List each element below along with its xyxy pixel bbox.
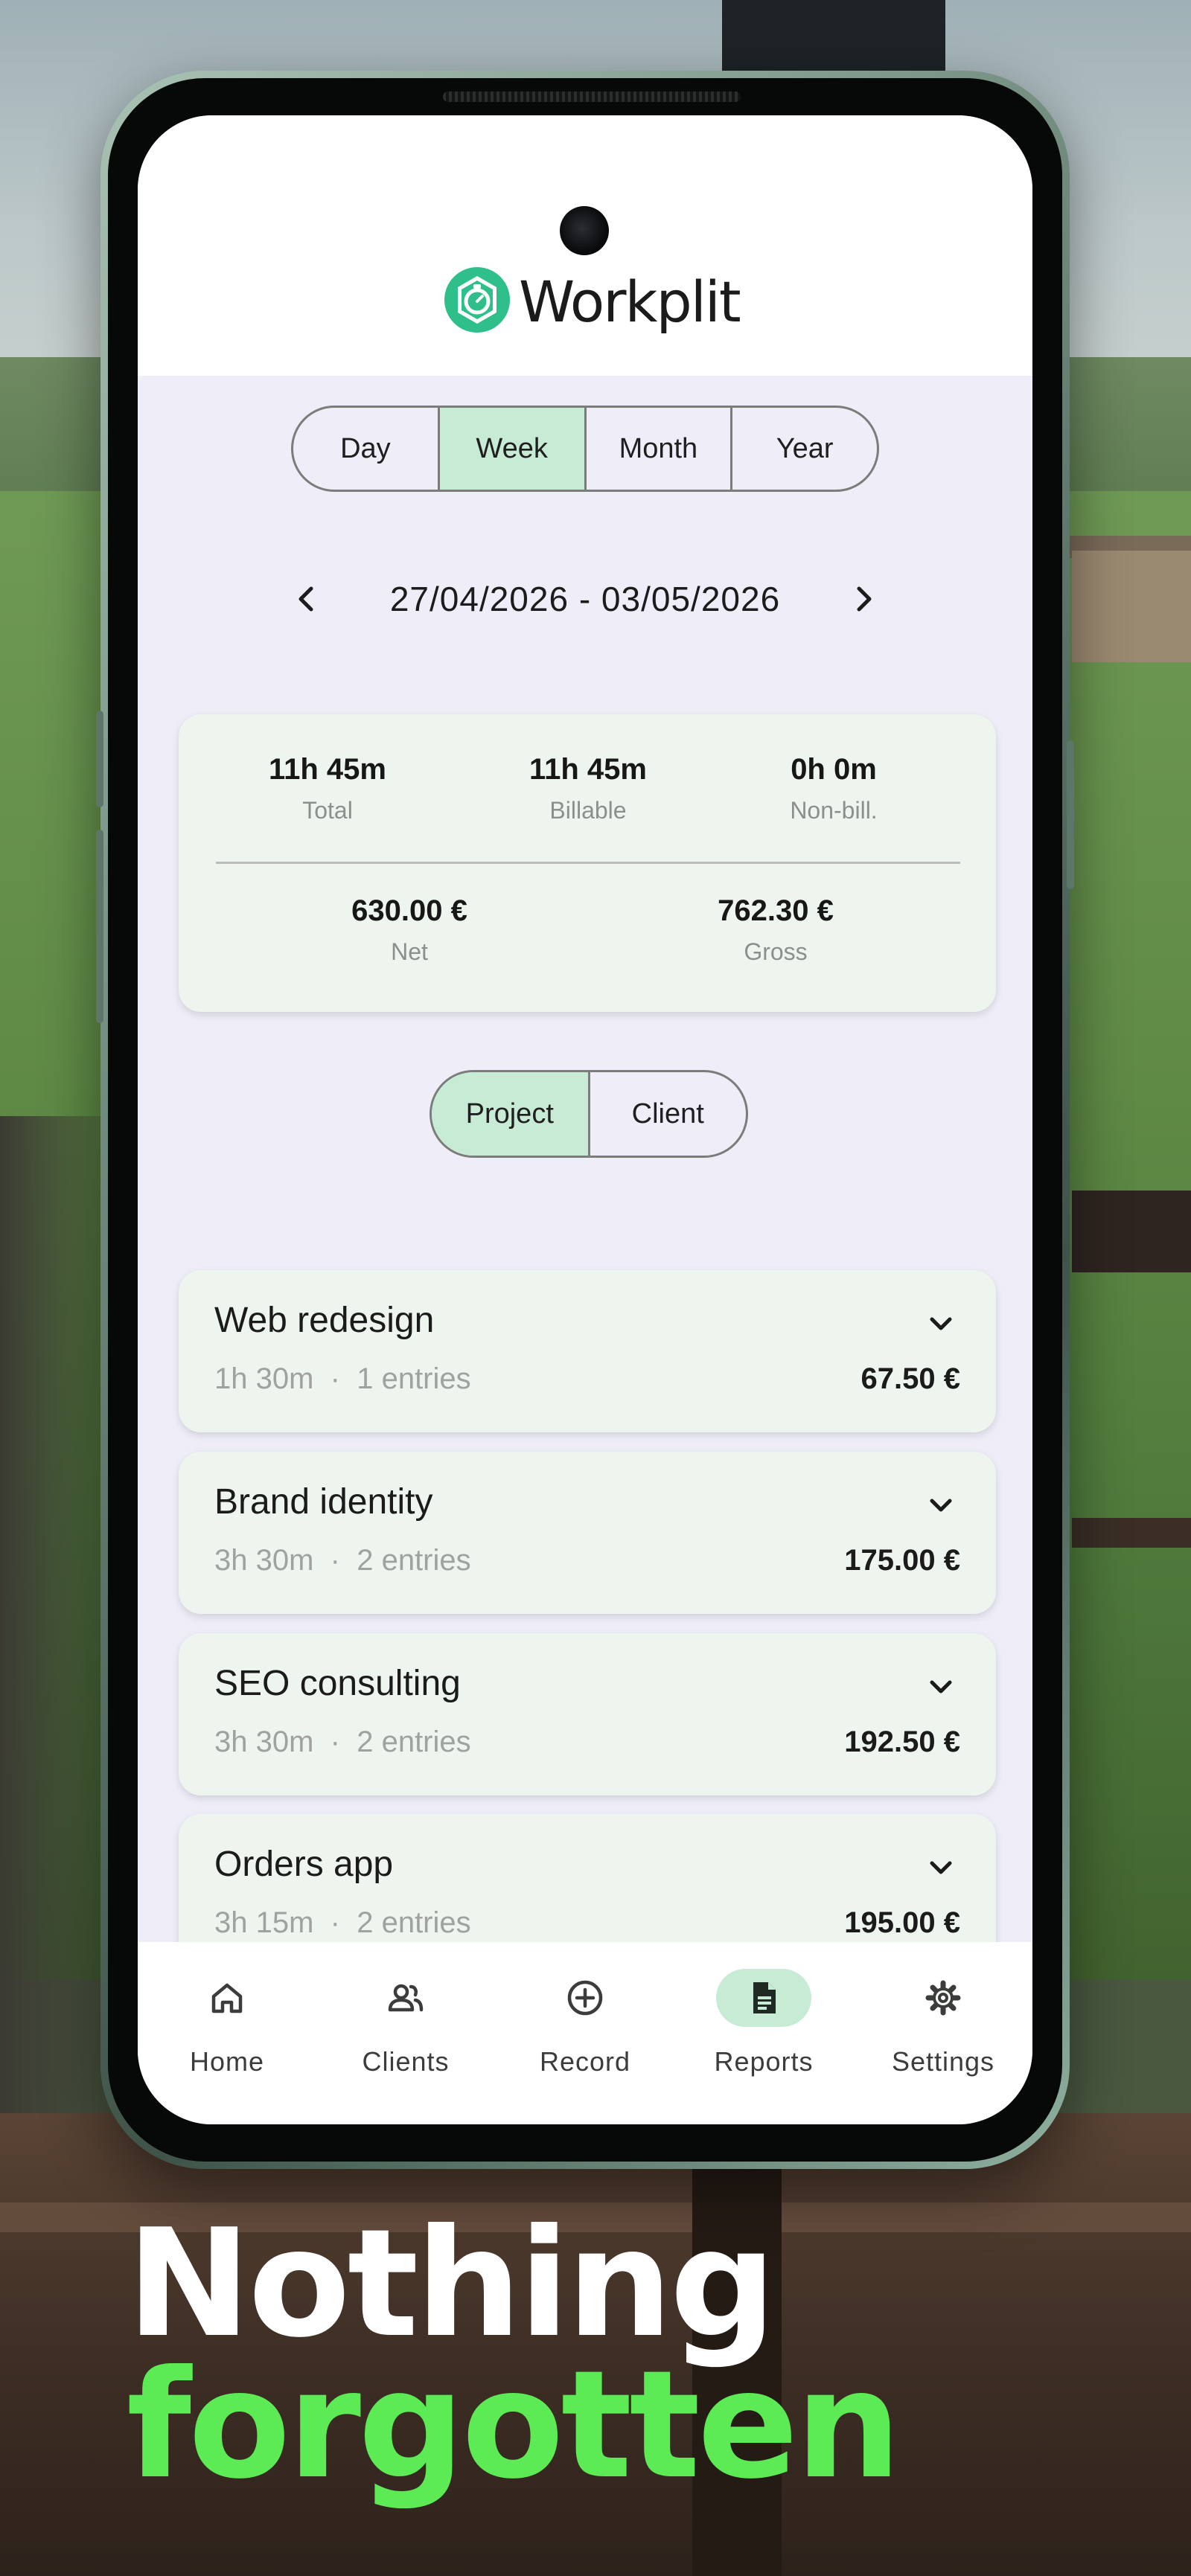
people-icon	[388, 1984, 424, 2012]
stat-billable: 11h 45m Billable	[491, 753, 685, 824]
project-entries: 2 entries	[357, 1906, 471, 1939]
period-selector: Day Week Month Year	[291, 406, 879, 492]
tab-day[interactable]: Day	[293, 408, 440, 490]
project-entries: 1 entries	[357, 1362, 471, 1395]
project-card[interactable]: Web redesign 1h 30m · 1 entries 67.50 €	[179, 1270, 996, 1432]
stat-total: 11h 45m Total	[231, 753, 424, 824]
volume-button	[96, 711, 103, 807]
tab-client[interactable]: Client	[590, 1072, 747, 1156]
project-amount: 192.50 €	[844, 1726, 960, 1758]
project-amount: 195.00 €	[844, 1906, 960, 1939]
nav-label: Record	[539, 2046, 631, 2077]
project-duration: 3h 30m	[214, 1726, 314, 1758]
chevron-down-icon[interactable]	[923, 1487, 959, 1523]
meta-separator: ·	[330, 1544, 340, 1577]
project-amount: 67.50 €	[860, 1362, 960, 1395]
project-name: Brand identity	[214, 1482, 433, 1522]
project-meta: 1h 30m · 1 entries	[214, 1362, 471, 1396]
project-card[interactable]: SEO consulting 3h 30m · 2 entries 192.50…	[179, 1633, 996, 1795]
meta-separator: ·	[330, 1906, 340, 1939]
nav-label: Settings	[891, 2046, 995, 2077]
project-duration: 3h 30m	[214, 1544, 314, 1577]
stat-label: Gross	[744, 938, 808, 965]
farmhouse-wall	[1072, 551, 1191, 662]
project-entries: 2 entries	[357, 1726, 471, 1758]
summary-card: 11h 45m Total 11h 45m Billable 0h 0m Non…	[179, 714, 996, 1012]
document-icon	[753, 1982, 776, 2013]
gear-icon	[925, 1980, 961, 2016]
stat-value: 0h 0m	[791, 753, 877, 786]
stat-gross: 762.30 € Gross	[664, 894, 887, 966]
stat-label: Total	[302, 797, 353, 824]
bottom-navigation: Home Clients Record Reports Settings	[138, 1942, 1032, 2124]
tagline-line-2: forgotten	[127, 2339, 901, 2512]
stat-label: Billable	[549, 797, 627, 824]
tab-year[interactable]: Year	[732, 408, 877, 490]
stat-net: 630.00 € Net	[298, 894, 521, 966]
chevron-left-icon[interactable]	[283, 575, 331, 623]
project-name: Orders app	[214, 1845, 394, 1884]
project-amount: 175.00 €	[844, 1544, 960, 1577]
app-screen: Workplit Day Week Month Year 27/04/2026 …	[138, 115, 1032, 2124]
stat-label: Net	[391, 938, 428, 965]
project-entries: 2 entries	[357, 1544, 471, 1577]
home-icon	[211, 1983, 243, 2013]
side-button	[96, 830, 103, 1023]
speaker-grille	[443, 92, 741, 102]
phone-frame: Workplit Day Week Month Year 27/04/2026 …	[96, 71, 1074, 2169]
project-duration: 3h 15m	[214, 1906, 314, 1939]
project-name: Web redesign	[214, 1301, 435, 1340]
date-range-label: 27/04/2026 - 03/05/2026	[389, 580, 781, 618]
front-camera	[560, 206, 609, 255]
tab-month[interactable]: Month	[587, 408, 733, 490]
project-meta: 3h 30m · 2 entries	[214, 1544, 471, 1577]
meta-separator: ·	[330, 1362, 340, 1395]
project-name: SEO consulting	[214, 1664, 461, 1703]
window-frame	[1072, 1191, 1191, 1272]
tab-week[interactable]: Week	[439, 408, 587, 490]
stat-value: 11h 45m	[269, 753, 386, 786]
stat-non-billable: 0h 0m Non-bill.	[737, 753, 930, 824]
app-logo-text: Workplit	[519, 269, 741, 335]
nav-record[interactable]: Record	[496, 1942, 674, 2091]
divider	[216, 862, 960, 864]
project-duration: 1h 30m	[214, 1362, 314, 1395]
window-frame-lower	[1072, 1518, 1191, 1548]
nav-settings[interactable]: Settings	[854, 1942, 1032, 2091]
chevron-down-icon[interactable]	[923, 1669, 959, 1705]
project-meta: 3h 30m · 2 entries	[214, 1726, 471, 1759]
tagline-line-1: Nothing	[127, 2197, 776, 2371]
power-button	[1067, 740, 1074, 889]
meta-separator: ·	[330, 1726, 340, 1758]
project-meta: 3h 15m · 2 entries	[214, 1906, 471, 1940]
stat-label: Non-bill.	[790, 797, 878, 824]
stat-value: 762.30 €	[718, 894, 834, 927]
nav-reports[interactable]: Reports	[674, 1942, 853, 2091]
nav-label: Home	[189, 2046, 265, 2077]
project-card[interactable]: Brand identity 3h 30m · 2 entries 175.00…	[179, 1452, 996, 1614]
nav-label: Clients	[362, 2046, 450, 2077]
stat-value: 630.00 €	[351, 894, 467, 927]
nav-clients[interactable]: Clients	[316, 1942, 495, 2091]
chevron-down-icon[interactable]	[923, 1306, 959, 1342]
group-by-selector: Project Client	[430, 1070, 748, 1158]
nav-label: Reports	[714, 2046, 814, 2077]
chevron-down-icon[interactable]	[923, 1850, 959, 1885]
chevron-right-icon[interactable]	[840, 575, 887, 623]
stopwatch-logo-icon	[444, 267, 510, 333]
date-range-row: 27/04/2026 - 03/05/2026	[138, 562, 1032, 636]
nav-home[interactable]: Home	[138, 1942, 316, 2091]
stat-value: 11h 45m	[529, 753, 647, 786]
tab-project[interactable]: Project	[432, 1072, 590, 1156]
add-circle-icon	[567, 1980, 603, 2016]
